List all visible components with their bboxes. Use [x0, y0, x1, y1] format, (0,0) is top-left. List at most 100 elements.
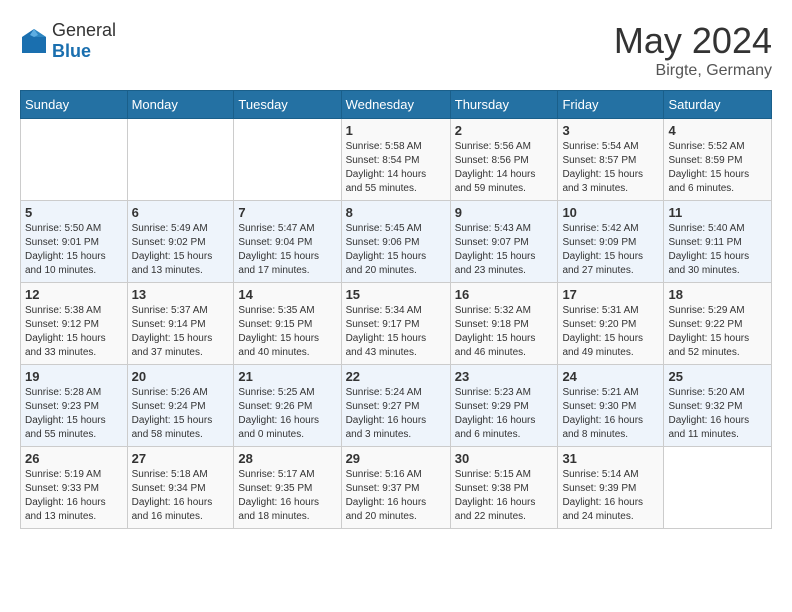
- day-info: Sunrise: 5:29 AMSunset: 9:22 PMDaylight:…: [668, 304, 767, 360]
- day-info: Sunrise: 5:31 AMSunset: 9:20 PMDaylight:…: [562, 304, 659, 360]
- calendar-cell: 4Sunrise: 5:52 AMSunset: 8:59 PMDaylight…: [664, 119, 772, 201]
- calendar-cell: 27Sunrise: 5:18 AMSunset: 9:34 PMDayligh…: [127, 447, 234, 529]
- calendar-week-row: 5 Sunrise: 5:50 AMSunset: 9:01 PMDaylight…: [21, 201, 772, 283]
- day-number: 8: [346, 205, 446, 220]
- day-info: Sunrise: 5:19 AMSunset: 9:33 PMDaylight:…: [25, 468, 123, 524]
- day-info: Sunrise: 5:50 AMSunset: 9:01 PMDaylight:…: [25, 222, 123, 278]
- day-number: 29: [346, 451, 446, 466]
- weekday-header-saturday: Saturday: [664, 91, 772, 119]
- calendar-cell: 3 Sunrise: 5:54 AMSunset: 8:57 PMDaylight…: [558, 119, 664, 201]
- calendar-cell: 19 Sunrise: 5:28 AMSunset: 9:23 PMDayligh…: [21, 365, 128, 447]
- day-number: 23: [455, 369, 554, 384]
- calendar-cell: 11 Sunrise: 5:40 AMSunset: 9:11 PMDayligh…: [664, 201, 772, 283]
- day-number: 3: [562, 123, 659, 138]
- calendar-title: May 2024: [614, 20, 772, 62]
- day-number: 31: [562, 451, 659, 466]
- day-info: Sunrise: 5:58 AMSunset: 8:54 PMDaylight:…: [346, 140, 446, 196]
- calendar-cell: 25 Sunrise: 5:20 AMSunset: 9:32 PMDayligh…: [664, 365, 772, 447]
- day-info: Sunrise: 5:32 AMSunset: 9:18 PMDaylight:…: [455, 304, 554, 360]
- calendar-cell: 7Sunrise: 5:47 AMSunset: 9:04 PMDaylight…: [234, 201, 341, 283]
- calendar-cell: 1 Sunrise: 5:58 AMSunset: 8:54 PMDaylight…: [341, 119, 450, 201]
- title-block: May 2024 Birgte, Germany: [614, 20, 772, 80]
- day-info: Sunrise: 5:20 AMSunset: 9:32 PMDaylight:…: [668, 386, 767, 442]
- calendar-cell: [21, 119, 128, 201]
- day-info: Sunrise: 5:15 AMSunset: 9:38 PMDaylight:…: [455, 468, 554, 524]
- day-number: 9: [455, 205, 554, 220]
- day-number: 14: [238, 287, 336, 302]
- day-info: Sunrise: 5:24 AMSunset: 9:27 PMDaylight:…: [346, 386, 446, 442]
- calendar-week-row: 19 Sunrise: 5:28 AMSunset: 9:23 PMDayligh…: [21, 365, 772, 447]
- calendar-week-row: 1 Sunrise: 5:58 AMSunset: 8:54 PMDaylight…: [21, 119, 772, 201]
- day-number: 24: [562, 369, 659, 384]
- calendar-cell: [127, 119, 234, 201]
- day-info: Sunrise: 5:28 AMSunset: 9:23 PMDaylight:…: [25, 386, 123, 442]
- day-number: 12: [25, 287, 123, 302]
- calendar-cell: 8Sunrise: 5:45 AMSunset: 9:06 PMDaylight…: [341, 201, 450, 283]
- day-number: 13: [132, 287, 230, 302]
- day-info: Sunrise: 5:49 AMSunset: 9:02 PMDaylight:…: [132, 222, 230, 278]
- day-number: 6: [132, 205, 230, 220]
- calendar-cell: 13Sunrise: 5:37 AMSunset: 9:14 PMDayligh…: [127, 283, 234, 365]
- calendar-cell: 9 Sunrise: 5:43 AMSunset: 9:07 PMDaylight…: [450, 201, 558, 283]
- logo-text: General Blue: [52, 20, 116, 62]
- day-number: 7: [238, 205, 336, 220]
- day-info: Sunrise: 5:26 AMSunset: 9:24 PMDaylight:…: [132, 386, 230, 442]
- calendar-cell: 15Sunrise: 5:34 AMSunset: 9:17 PMDayligh…: [341, 283, 450, 365]
- calendar-week-row: 26 Sunrise: 5:19 AMSunset: 9:33 PMDayligh…: [21, 447, 772, 529]
- calendar-cell: 23Sunrise: 5:23 AMSunset: 9:29 PMDayligh…: [450, 365, 558, 447]
- calendar-cell: 10 Sunrise: 5:42 AMSunset: 9:09 PMDayligh…: [558, 201, 664, 283]
- logo: General Blue: [20, 20, 116, 62]
- calendar-table: SundayMondayTuesdayWednesdayThursdayFrid…: [20, 90, 772, 529]
- weekday-header-row: SundayMondayTuesdayWednesdayThursdayFrid…: [21, 91, 772, 119]
- logo-icon: [20, 27, 48, 55]
- calendar-cell: 26 Sunrise: 5:19 AMSunset: 9:33 PMDayligh…: [21, 447, 128, 529]
- day-info: Sunrise: 5:38 AMSunset: 9:12 PMDaylight:…: [25, 304, 123, 360]
- day-number: 11: [668, 205, 767, 220]
- calendar-location: Birgte, Germany: [614, 62, 772, 80]
- calendar-cell: 14 Sunrise: 5:35 AMSunset: 9:15 PMDayligh…: [234, 283, 341, 365]
- day-info: Sunrise: 5:16 AMSunset: 9:37 PMDaylight:…: [346, 468, 446, 524]
- calendar-cell: 16 Sunrise: 5:32 AMSunset: 9:18 PMDayligh…: [450, 283, 558, 365]
- day-info: Sunrise: 5:35 AMSunset: 9:15 PMDaylight:…: [238, 304, 336, 360]
- weekday-header-monday: Monday: [127, 91, 234, 119]
- day-number: 20: [132, 369, 230, 384]
- weekday-header-friday: Friday: [558, 91, 664, 119]
- day-info: Sunrise: 5:21 AMSunset: 9:30 PMDaylight:…: [562, 386, 659, 442]
- day-number: 10: [562, 205, 659, 220]
- day-info: Sunrise: 5:25 AMSunset: 9:26 PMDaylight:…: [238, 386, 336, 442]
- day-number: 18: [668, 287, 767, 302]
- calendar-cell: 24 Sunrise: 5:21 AMSunset: 9:30 PMDayligh…: [558, 365, 664, 447]
- day-info: Sunrise: 5:56 AMSunset: 8:56 PMDaylight:…: [455, 140, 554, 196]
- day-number: 22: [346, 369, 446, 384]
- calendar-cell: 21 Sunrise: 5:25 AMSunset: 9:26 PMDayligh…: [234, 365, 341, 447]
- calendar-cell: 6 Sunrise: 5:49 AMSunset: 9:02 PMDaylight…: [127, 201, 234, 283]
- day-info: Sunrise: 5:43 AMSunset: 9:07 PMDaylight:…: [455, 222, 554, 278]
- logo-blue: Blue: [52, 41, 91, 61]
- day-info: Sunrise: 5:17 AMSunset: 9:35 PMDaylight:…: [238, 468, 336, 524]
- calendar-cell: 28 Sunrise: 5:17 AMSunset: 9:35 PMDayligh…: [234, 447, 341, 529]
- calendar-cell: 22 Sunrise: 5:24 AMSunset: 9:27 PMDayligh…: [341, 365, 450, 447]
- day-info: Sunrise: 5:42 AMSunset: 9:09 PMDaylight:…: [562, 222, 659, 278]
- logo-general: General: [52, 20, 116, 40]
- calendar-cell: 2Sunrise: 5:56 AMSunset: 8:56 PMDaylight…: [450, 119, 558, 201]
- weekday-header-wednesday: Wednesday: [341, 91, 450, 119]
- day-number: 1: [346, 123, 446, 138]
- day-info: Sunrise: 5:34 AMSunset: 9:17 PMDaylight:…: [346, 304, 446, 360]
- calendar-cell: 31 Sunrise: 5:14 AMSunset: 9:39 PMDayligh…: [558, 447, 664, 529]
- calendar-cell: 5 Sunrise: 5:50 AMSunset: 9:01 PMDaylight…: [21, 201, 128, 283]
- day-info: Sunrise: 5:40 AMSunset: 9:11 PMDaylight:…: [668, 222, 767, 278]
- day-info: Sunrise: 5:54 AMSunset: 8:57 PMDaylight:…: [562, 140, 659, 196]
- day-number: 5: [25, 205, 123, 220]
- day-number: 16: [455, 287, 554, 302]
- day-info: Sunrise: 5:18 AMSunset: 9:34 PMDaylight:…: [132, 468, 230, 524]
- day-number: 21: [238, 369, 336, 384]
- day-number: 28: [238, 451, 336, 466]
- calendar-cell: 17Sunrise: 5:31 AMSunset: 9:20 PMDayligh…: [558, 283, 664, 365]
- day-number: 26: [25, 451, 123, 466]
- day-number: 19: [25, 369, 123, 384]
- day-number: 25: [668, 369, 767, 384]
- calendar-cell: 12 Sunrise: 5:38 AMSunset: 9:12 PMDayligh…: [21, 283, 128, 365]
- weekday-header-tuesday: Tuesday: [234, 91, 341, 119]
- day-info: Sunrise: 5:14 AMSunset: 9:39 PMDaylight:…: [562, 468, 659, 524]
- weekday-header-sunday: Sunday: [21, 91, 128, 119]
